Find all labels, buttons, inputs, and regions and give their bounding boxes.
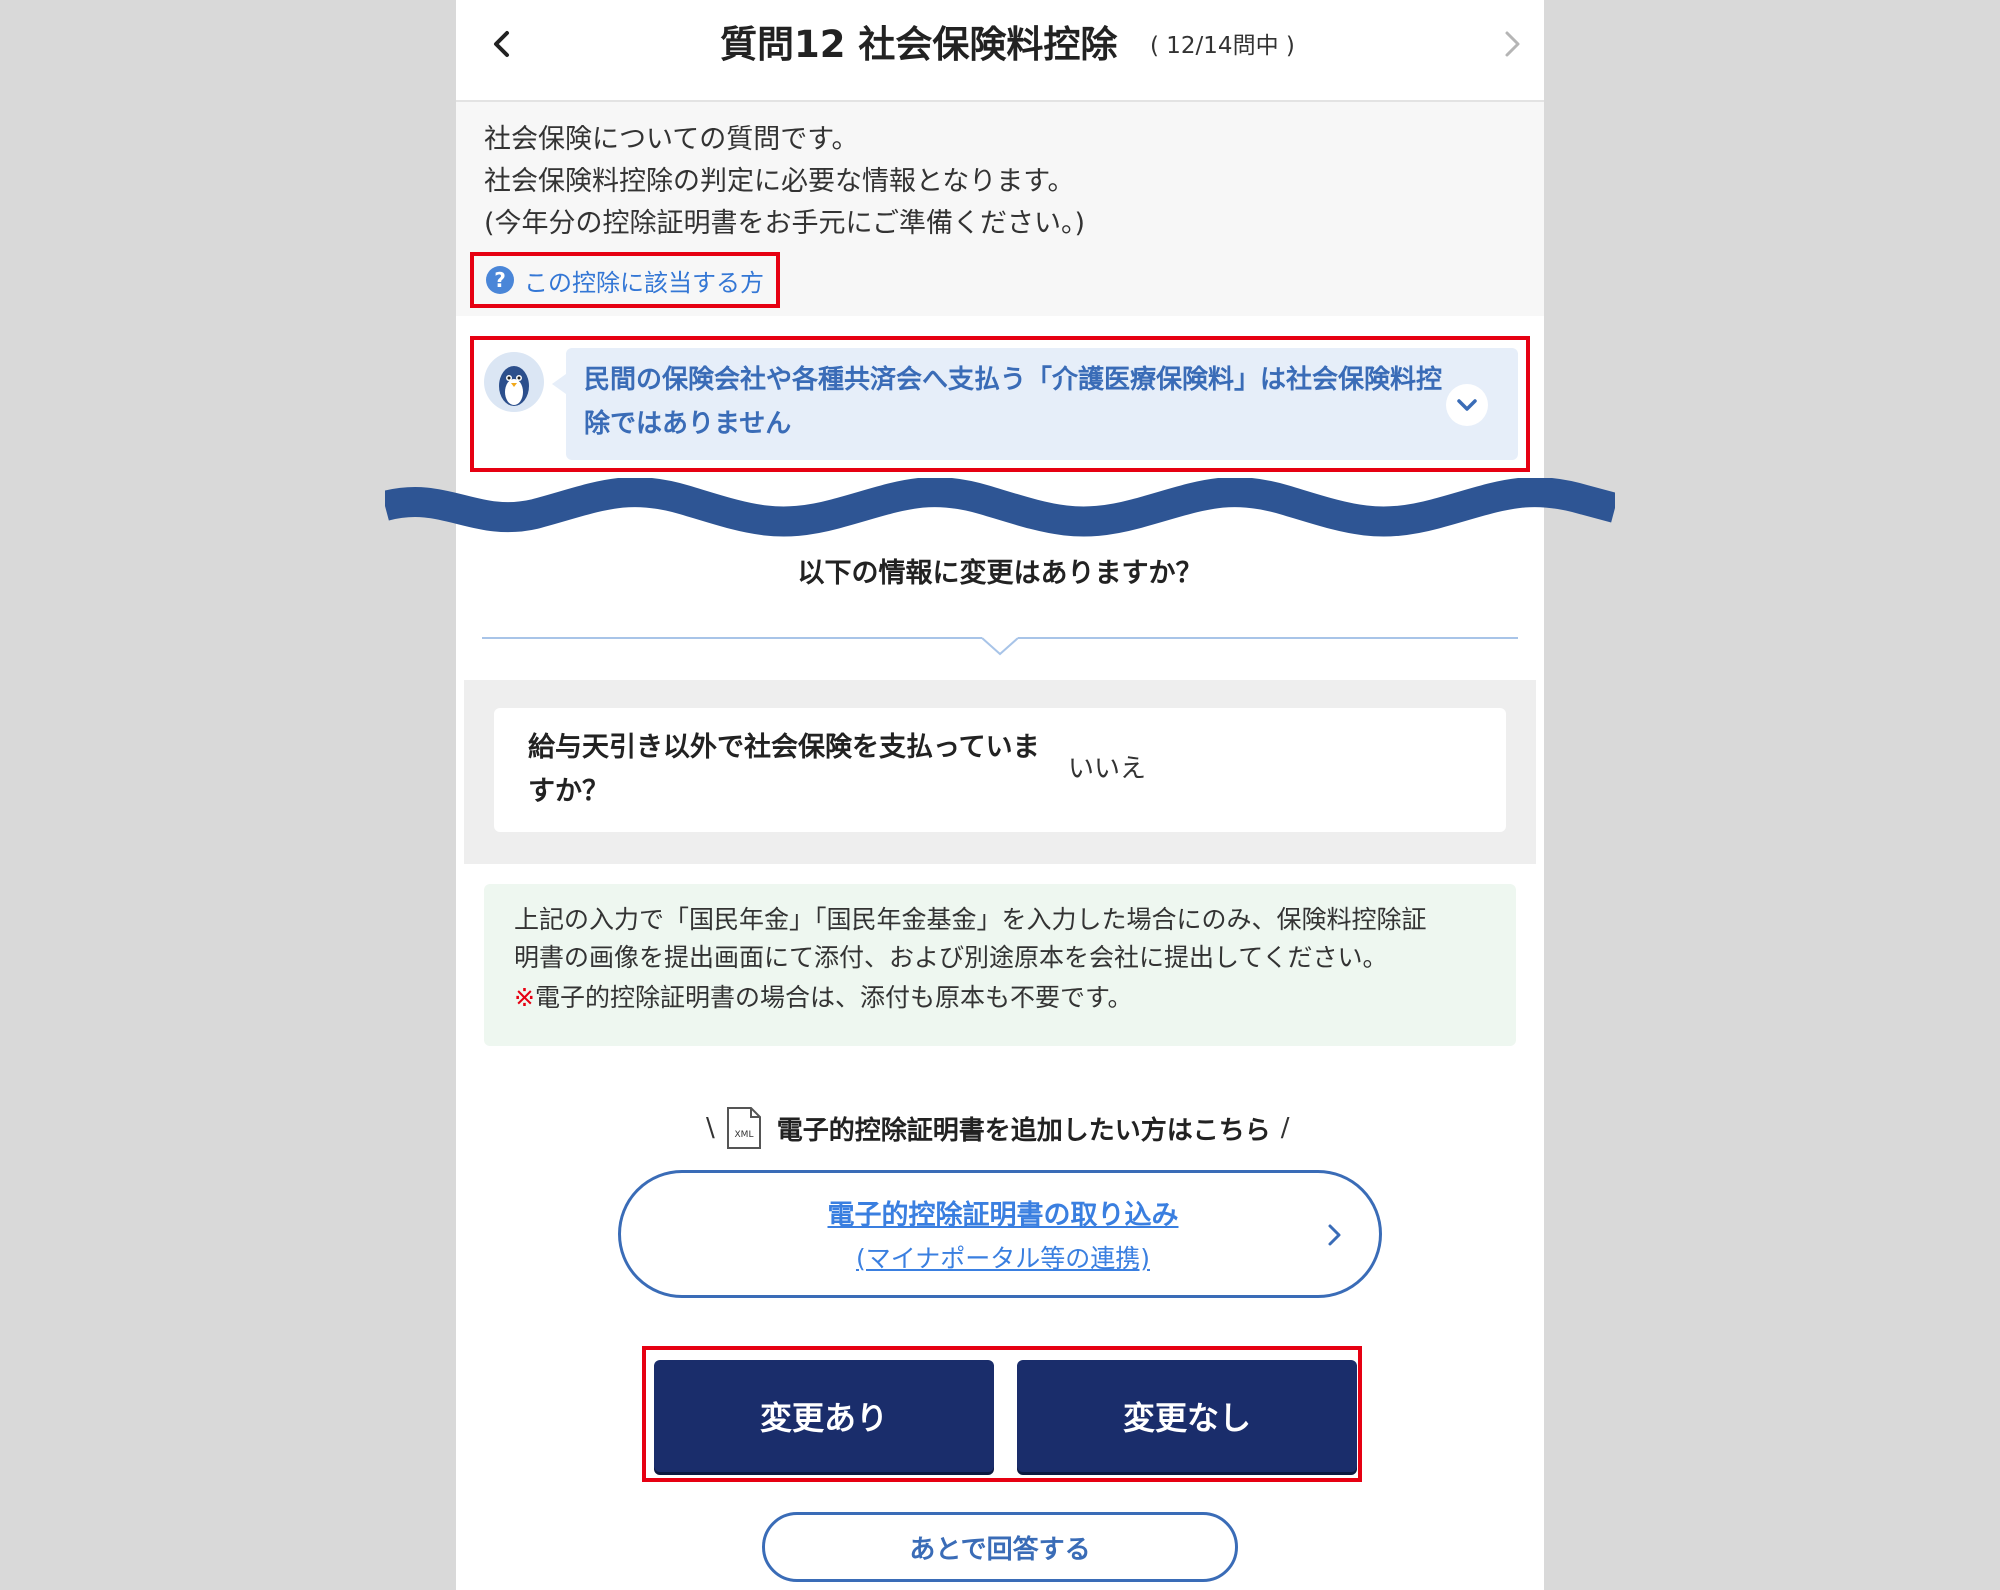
- info-note: ※電子的控除証明書の場合は、添付も原本も不要です。: [514, 980, 1132, 1016]
- header: 質問12 社会保険料控除 ( 12/14問中 ): [456, 0, 1544, 102]
- decor-slash-right: /: [1280, 1113, 1290, 1143]
- question-counter: ( 12/14問中 ): [1150, 33, 1295, 59]
- section-divider: [482, 637, 1518, 656]
- info-line: 上記の入力で「国民年金」「国民年金基金」を入力した場合にのみ、保険料控除証: [514, 905, 1427, 934]
- decor-slash-left: \: [706, 1113, 715, 1143]
- summary-answer: いいえ: [1068, 754, 1147, 784]
- next-chevron-icon[interactable]: [1492, 24, 1532, 64]
- changed-button[interactable]: 変更あり: [654, 1360, 994, 1472]
- penguin-avatar-icon: [484, 352, 544, 412]
- intro-line: 社会保険料控除の判定に必要な情報となります。: [484, 166, 1075, 197]
- intro-line: (今年分の控除証明書をお手元にご準備ください。): [484, 208, 1086, 239]
- help-link[interactable]: ? この控除に該当する方: [470, 252, 780, 308]
- question-panel: 質問12 社会保険料控除 ( 12/14問中 ) 社会保険についての質問です。 …: [456, 0, 1544, 1590]
- chevron-right-icon: [1328, 1224, 1341, 1246]
- summary-section: 給与天引き以外で社会保険を支払っていますか？ いいえ: [464, 680, 1536, 864]
- import-certificate-button[interactable]: 電子的控除証明書の取り込み (マイナポータル等の連携): [618, 1170, 1382, 1298]
- notice-box: 民間の保険会社や各種共済会へ支払う「介護医療保険料」は社会保険料控除ではありませ…: [470, 336, 1530, 472]
- action-buttons: 変更あり 変更なし: [642, 1346, 1362, 1482]
- wave-divider: [385, 478, 1615, 537]
- notice-bubble[interactable]: 民間の保険会社や各種共済会へ支払う「介護医療保険料」は社会保険料控除ではありませ…: [552, 348, 1518, 460]
- summary-card: 給与天引き以外で社会保険を支払っていますか？ いいえ: [494, 708, 1506, 832]
- info-line: 明書の画像を提出画面にて添付、および別途原本を会社に提出してください。: [514, 943, 1388, 972]
- xml-icon-label: XML: [734, 1130, 753, 1140]
- xml-file-icon: XML: [726, 1107, 761, 1149]
- note-mark: ※: [514, 983, 535, 1012]
- help-link-label: この控除に該当する方: [524, 268, 764, 297]
- page-title: 質問12 社会保険料控除: [720, 23, 1118, 66]
- summary-question: 給与天引き以外で社会保険を支払っていますか？: [528, 732, 1040, 807]
- import-button-label: 電子的控除証明書の取り込み: [827, 1200, 1179, 1231]
- xml-heading-row: \ XML 電子的控除証明書を追加したい方はこちら /: [696, 1106, 1300, 1150]
- intro-line: 社会保険についての質問です。: [484, 124, 859, 155]
- info-box: 上記の入力で「国民年金」「国民年金基金」を入力した場合にのみ、保険料控除証 明書…: [484, 884, 1516, 1046]
- question-circle-icon: ?: [486, 266, 514, 294]
- notice-text: 民間の保険会社や各種共済会へ支払う「介護医療保険料」は社会保険料控除ではありませ…: [584, 365, 1443, 439]
- unchanged-button[interactable]: 変更なし: [1017, 1360, 1357, 1472]
- chevron-down-icon[interactable]: [1446, 384, 1488, 426]
- intro-section: 社会保険についての質問です。 社会保険料控除の判定に必要な情報となります。 (今…: [456, 102, 1544, 316]
- import-button-sublabel: (マイナポータル等の連携): [855, 1244, 1150, 1273]
- xml-heading: 電子的控除証明書を追加したい方はこちら: [776, 1115, 1271, 1146]
- info-note-text: 電子的控除証明書の場合は、添付も原本も不要です。: [534, 983, 1133, 1012]
- change-question: 以下の情報に変更はありますか？: [797, 558, 1203, 589]
- answer-later-button[interactable]: あとで回答する: [762, 1512, 1238, 1582]
- back-chevron-icon[interactable]: [482, 24, 522, 64]
